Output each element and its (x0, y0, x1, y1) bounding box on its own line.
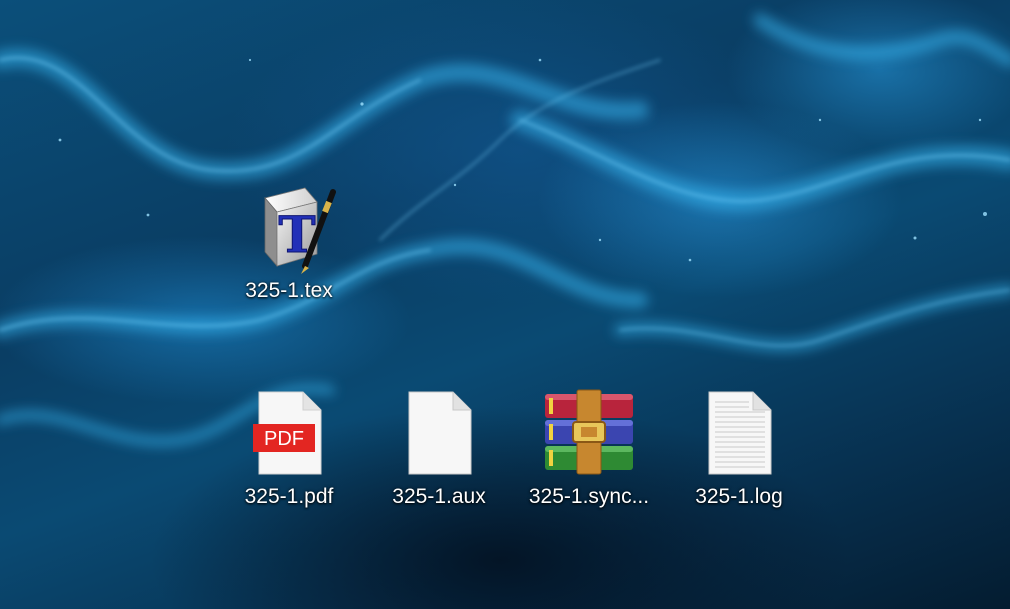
wallpaper (0, 13, 1010, 447)
pdf-badge-text: PDF (264, 428, 304, 450)
icon-label: 325-1.tex (245, 279, 333, 302)
desktop-icon-log[interactable]: 325-1.log (674, 386, 804, 516)
icon-label: 325-1.aux (392, 485, 486, 508)
desktop-icon-synctex[interactable]: 325-1.sync... (524, 386, 654, 516)
winrar-archive-icon (541, 386, 637, 482)
icon-label: 325-1.log (695, 485, 783, 508)
icon-label: 325-1.sync... (528, 485, 650, 508)
blank-file-icon (391, 386, 487, 482)
pdf-file-icon: PDF (241, 386, 337, 482)
texworks-icon: T (241, 180, 337, 276)
desktop-icon-tex[interactable]: T 325-1.tex (224, 180, 354, 310)
icon-label: 325-1.pdf (244, 485, 334, 508)
desktop-icon-pdf[interactable]: PDF 325-1.pdf (224, 386, 354, 516)
desktop-icon-aux[interactable]: 325-1.aux (374, 386, 504, 516)
text-file-icon (691, 386, 787, 482)
desktop[interactable]: T 325-1.tex PDF 325-1.pdf 325-1.aux 325-… (0, 0, 1010, 609)
